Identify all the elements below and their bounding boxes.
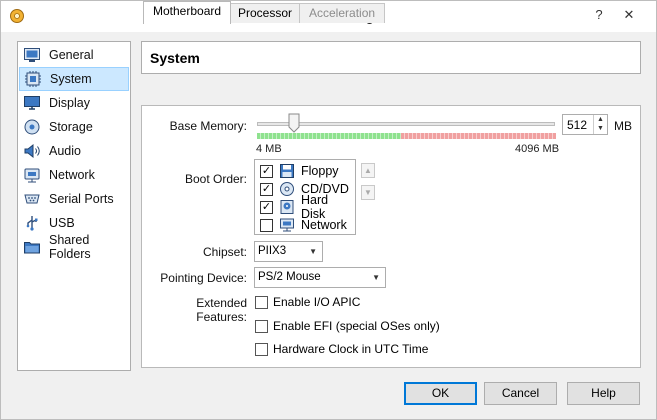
option-label: Hardware Clock in UTC Time bbox=[273, 342, 429, 356]
ok-button[interactable]: OK bbox=[404, 382, 477, 405]
sidebar-item-system[interactable]: System bbox=[19, 67, 129, 91]
enable-efi-option[interactable]: Enable EFI (special OSes only) bbox=[255, 319, 440, 333]
chipset-value: PIIX3 bbox=[258, 245, 287, 257]
option-label: Enable I/O APIC bbox=[273, 295, 361, 309]
page-title: System bbox=[150, 50, 200, 66]
boot-item-network[interactable]: Network bbox=[257, 216, 354, 234]
boot-item-floppy[interactable]: ✓ Floppy bbox=[257, 162, 354, 180]
memory-min-label: 4 MB bbox=[256, 143, 282, 155]
boot-checkbox[interactable]: ✓ bbox=[260, 200, 273, 214]
spin-up-icon[interactable]: ▲ bbox=[594, 115, 607, 124]
floppy-icon bbox=[280, 164, 294, 178]
sidebar-item-label: System bbox=[50, 72, 92, 86]
memory-scale-unsafe bbox=[401, 133, 556, 139]
memory-max-label: 4096 MB bbox=[515, 143, 560, 155]
serial-ports-icon bbox=[24, 194, 40, 204]
cd-dvd-icon bbox=[280, 182, 294, 196]
close-button[interactable]: ✕ bbox=[619, 6, 639, 24]
usb-icon bbox=[26, 216, 38, 231]
hardware-clock-utc-checkbox[interactable] bbox=[255, 342, 268, 356]
base-memory-input[interactable]: 512 ▲ ▼ bbox=[562, 114, 608, 135]
chevron-down-icon: ▼ bbox=[309, 247, 317, 256]
network-boot-icon bbox=[280, 218, 294, 232]
sidebar-item-label: Storage bbox=[49, 120, 93, 134]
shared-folders-icon bbox=[24, 242, 40, 254]
display-icon bbox=[24, 96, 40, 110]
sidebar-item-label: Network bbox=[49, 168, 95, 182]
sidebar-item-general[interactable]: General bbox=[19, 43, 129, 67]
base-memory-label: Base Memory: bbox=[169, 119, 247, 133]
sidebar-item-audio[interactable]: Audio bbox=[19, 139, 129, 163]
option-label: Enable EFI (special OSes only) bbox=[273, 319, 440, 333]
enable-io-apic-checkbox[interactable] bbox=[255, 295, 268, 309]
boot-order-list: ✓ Floppy ✓ CD/DVD ✓ Hard Disk Network bbox=[254, 159, 356, 235]
boot-checkbox[interactable]: ✓ bbox=[260, 164, 273, 178]
extended-features-label: Extended Features: bbox=[196, 296, 247, 324]
boot-item-label: Floppy bbox=[301, 164, 339, 178]
pointing-device-label: Pointing Device: bbox=[160, 271, 247, 285]
storage-icon bbox=[24, 119, 40, 135]
pointing-device-select[interactable]: PS/2 Mouse ▼ bbox=[254, 267, 386, 288]
sidebar-item-network[interactable]: Network bbox=[19, 163, 129, 187]
sidebar-item-label: Audio bbox=[49, 144, 81, 158]
settings-window: Haiku - Settings ? ✕ General System bbox=[0, 0, 657, 420]
boot-checkbox[interactable]: ✓ bbox=[260, 182, 273, 196]
tab-motherboard[interactable]: Motherboard bbox=[143, 1, 232, 24]
settings-sidebar: General System Display Storage Audio Net… bbox=[17, 41, 131, 371]
sidebar-item-label: Shared Folders bbox=[49, 233, 91, 261]
chevron-down-icon: ▼ bbox=[372, 273, 380, 282]
cancel-button[interactable]: Cancel bbox=[484, 382, 557, 405]
system-icon bbox=[25, 71, 41, 87]
tab-acceleration: Acceleration bbox=[299, 3, 386, 23]
audio-icon bbox=[24, 143, 40, 159]
boot-order-label: Boot Order: bbox=[184, 172, 247, 186]
boot-checkbox[interactable] bbox=[260, 218, 273, 232]
sidebar-item-display[interactable]: Display bbox=[19, 91, 129, 115]
slider-thumb[interactable] bbox=[288, 113, 300, 133]
base-memory-value: 512 bbox=[567, 118, 588, 132]
move-down-icon[interactable]: ▼ bbox=[361, 185, 375, 200]
sidebar-item-label: Serial Ports bbox=[49, 192, 114, 206]
tab-processor[interactable]: Processor bbox=[228, 3, 303, 23]
hard-disk-icon bbox=[280, 200, 294, 214]
network-icon bbox=[24, 168, 40, 183]
sidebar-item-label: General bbox=[49, 48, 94, 62]
chipset-select[interactable]: PIIX3 ▼ bbox=[254, 241, 323, 262]
enable-efi-checkbox[interactable] bbox=[255, 319, 268, 333]
memory-spin-arrows: ▲ ▼ bbox=[593, 115, 607, 134]
spin-down-icon[interactable]: ▼ bbox=[594, 124, 607, 133]
boot-item-hard-disk[interactable]: ✓ Hard Disk bbox=[257, 193, 354, 221]
move-up-icon[interactable]: ▲ bbox=[361, 163, 375, 178]
boot-item-label: Network bbox=[301, 218, 347, 232]
sidebar-item-usb[interactable]: USB bbox=[19, 211, 129, 235]
title-help-button[interactable]: ? bbox=[589, 6, 609, 24]
sidebar-item-storage[interactable]: Storage bbox=[19, 115, 129, 139]
pointing-device-value: PS/2 Mouse bbox=[258, 271, 321, 283]
enable-io-apic-option[interactable]: Enable I/O APIC bbox=[255, 295, 360, 309]
hardware-clock-utc-option[interactable]: Hardware Clock in UTC Time bbox=[255, 342, 428, 356]
sidebar-item-serial-ports[interactable]: Serial Ports bbox=[19, 187, 129, 211]
sidebar-item-label: USB bbox=[49, 216, 75, 230]
sidebar-item-label: Display bbox=[49, 96, 90, 110]
memory-scale-safe bbox=[257, 133, 401, 139]
memory-unit-label: MB bbox=[614, 119, 632, 133]
help-button[interactable]: Help bbox=[567, 382, 640, 405]
chipset-label: Chipset: bbox=[202, 245, 247, 259]
general-icon bbox=[24, 48, 40, 62]
sidebar-item-shared-folders[interactable]: Shared Folders bbox=[19, 233, 129, 261]
page-header: System bbox=[141, 41, 641, 74]
base-memory-slider[interactable] bbox=[257, 122, 555, 126]
